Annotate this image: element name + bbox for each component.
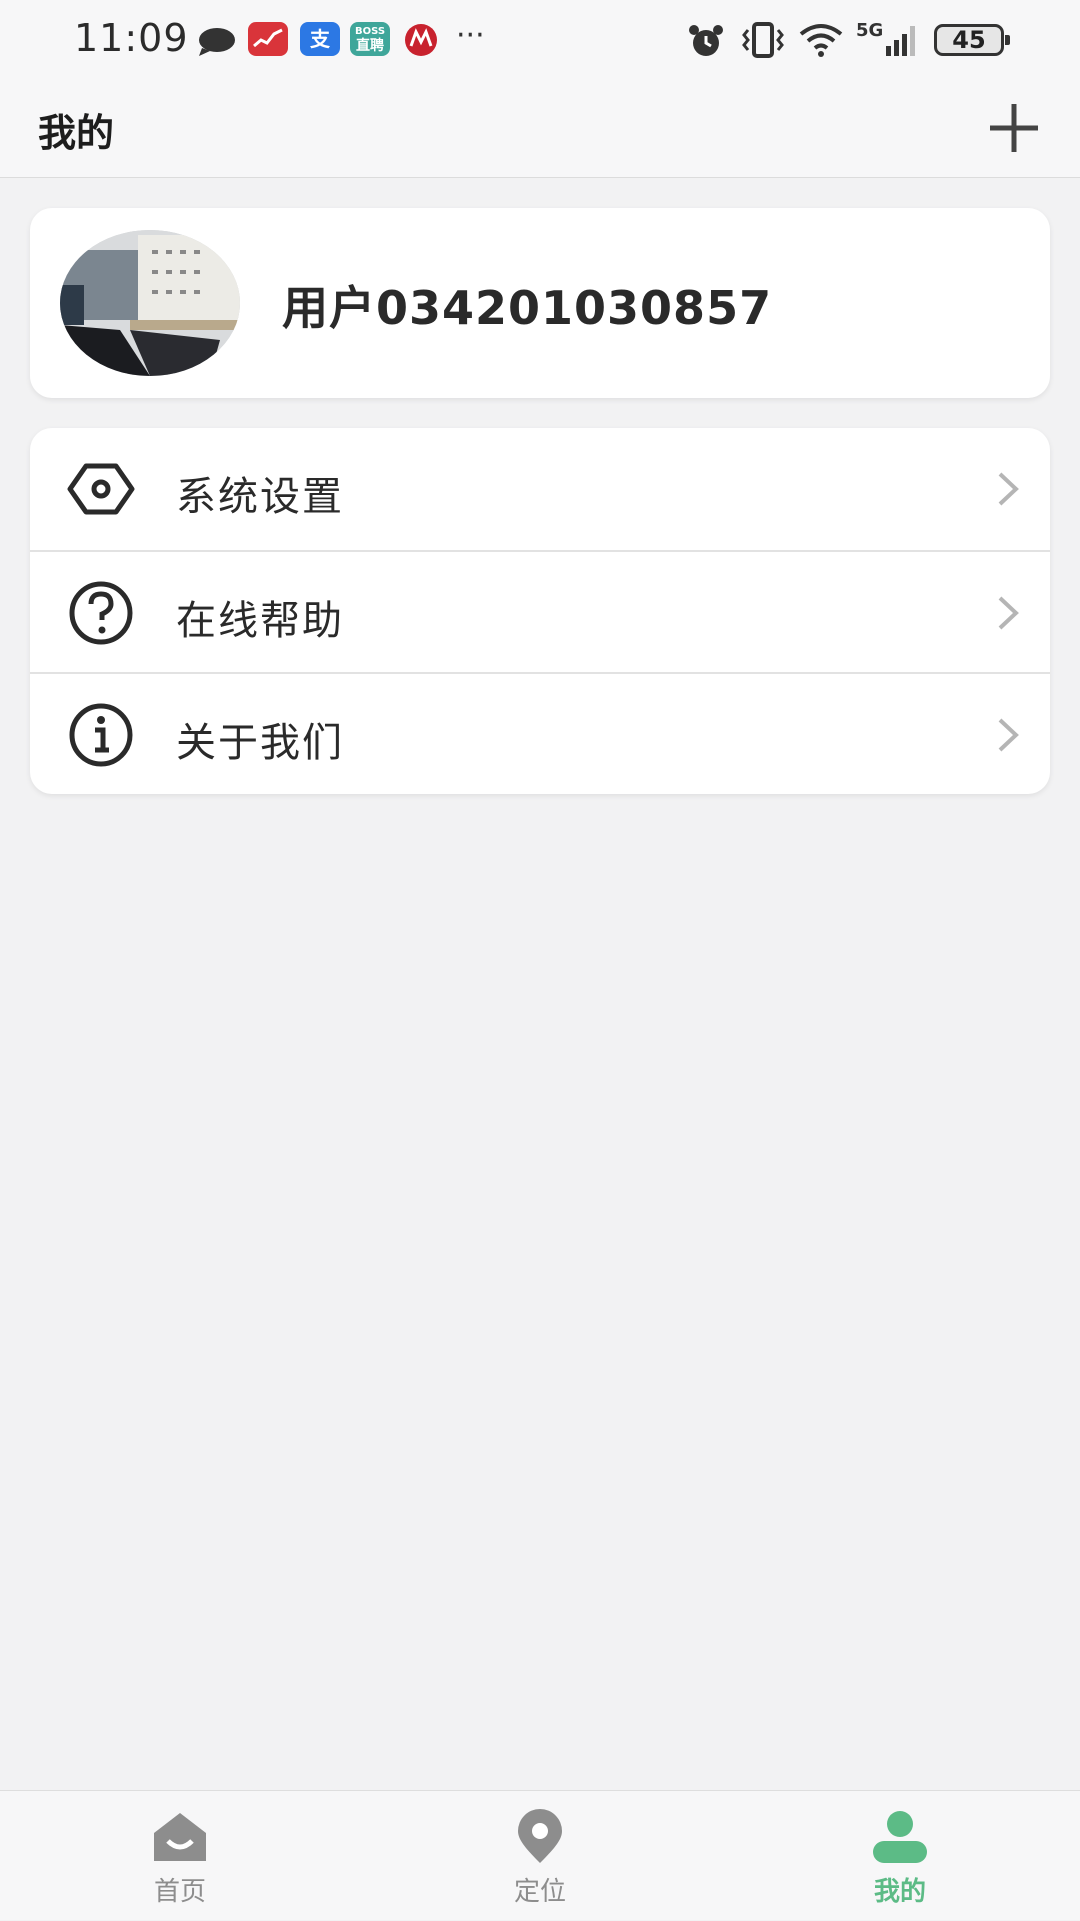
cmb-bank-icon — [405, 24, 437, 56]
page-title: 我的 — [38, 111, 115, 155]
settings-eye-icon — [67, 463, 135, 515]
battery-indicator: 45 — [934, 24, 1010, 56]
tab-home[interactable]: 首页 — [70, 1791, 290, 1921]
alarm-icon — [689, 25, 723, 56]
tab-label: 我的 — [873, 1877, 926, 1907]
wifi-icon — [799, 24, 843, 57]
tab-location[interactable]: 定位 — [430, 1791, 650, 1921]
stock-app-icon — [248, 22, 288, 56]
tab-label: 定位 — [513, 1877, 566, 1907]
location-pin-icon — [518, 1809, 562, 1863]
vibrate-icon — [742, 22, 784, 58]
avatar[interactable] — [60, 230, 240, 376]
status-bar: 11:09 支 BOSS 直聘 ··· 5G 45 — [0, 0, 1080, 80]
menu-item-label: 在线帮助 — [176, 598, 344, 644]
signal-icon — [886, 26, 915, 56]
plus-icon[interactable] — [984, 98, 1044, 158]
avatar-photo — [60, 230, 240, 376]
menu-item-about-us[interactable]: 关于我们 — [30, 672, 1050, 794]
chevron-right-icon — [998, 718, 1019, 752]
page-header: 我的 — [0, 80, 1080, 178]
menu-item-label: 关于我们 — [176, 720, 344, 766]
more-dots-icon: ··· — [456, 18, 485, 53]
user-icon — [873, 1811, 927, 1863]
username: 用户034201030857 — [282, 281, 773, 335]
boss-label-bottom: 直聘 — [356, 38, 384, 54]
boss-zhipin-icon: BOSS 直聘 — [350, 22, 390, 56]
chevron-right-icon — [998, 472, 1019, 506]
tab-profile[interactable]: 我的 — [790, 1791, 1010, 1921]
menu-item-system-settings[interactable]: 系统设置 — [30, 428, 1050, 550]
chevron-right-icon — [998, 596, 1019, 630]
alipay-icon: 支 — [300, 22, 340, 56]
menu-card: 系统设置 在线帮助 关于我们 — [30, 428, 1050, 794]
menu-item-label: 系统设置 — [176, 474, 344, 520]
home-icon — [154, 1813, 206, 1861]
help-question-icon — [69, 581, 133, 645]
tab-label: 首页 — [153, 1877, 206, 1907]
info-icon — [69, 703, 133, 767]
chat-bubble-icon — [199, 28, 235, 56]
bottom-tab-bar: 首页 定位 我的 — [0, 1790, 1080, 1920]
status-time: 11:09 — [74, 16, 189, 60]
menu-item-online-help[interactable]: 在线帮助 — [30, 550, 1050, 672]
profile-card[interactable]: 用户034201030857 — [30, 208, 1050, 398]
boss-label-top: BOSS — [354, 26, 386, 37]
